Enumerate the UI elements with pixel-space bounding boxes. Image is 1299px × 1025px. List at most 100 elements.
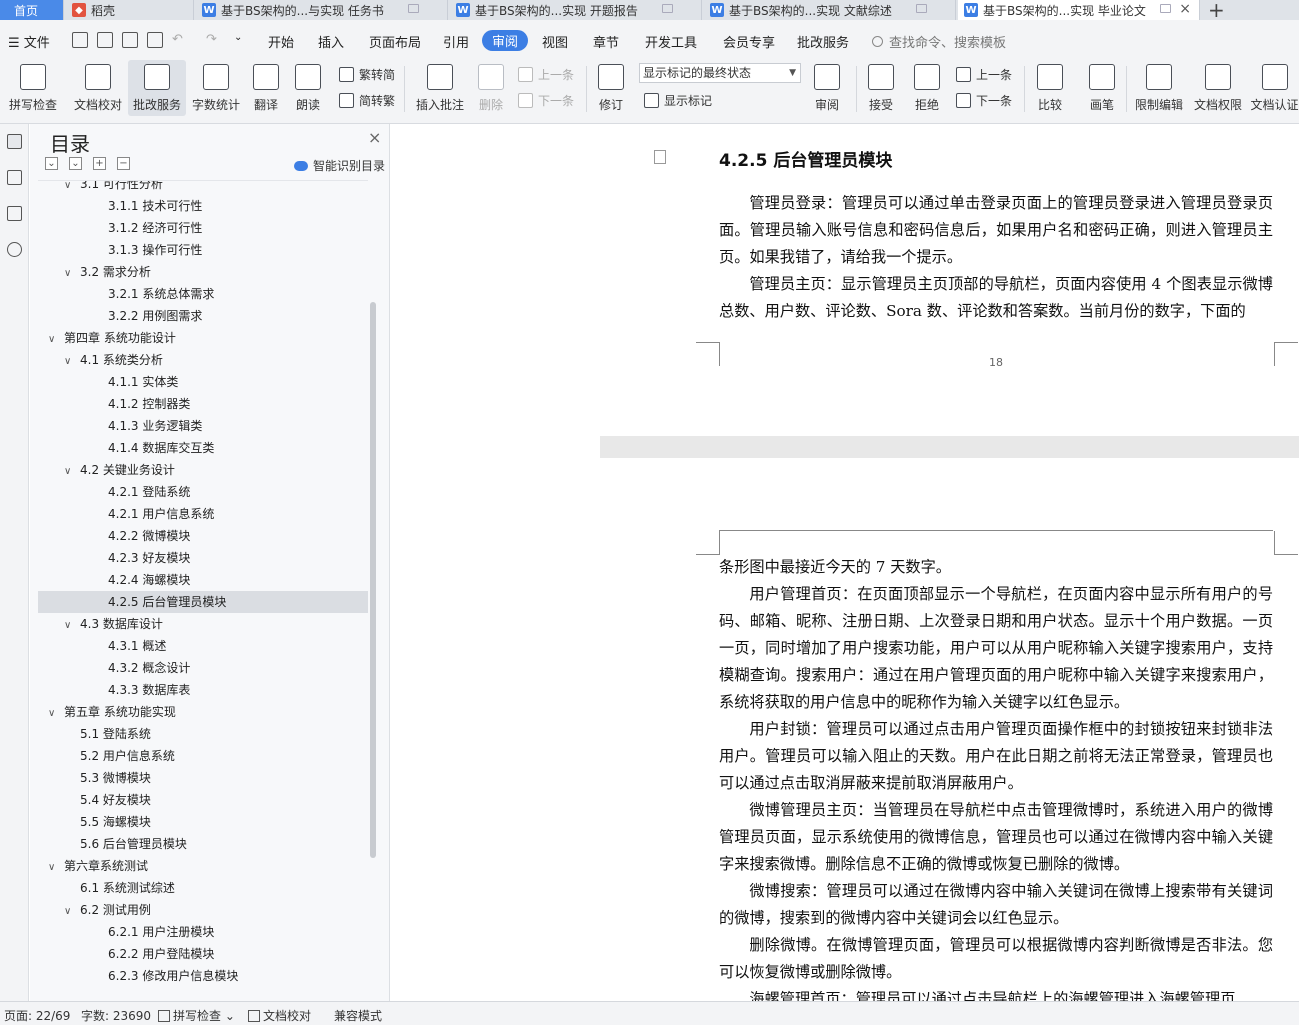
menu-insert[interactable]: 插入 [318,32,344,51]
tab-review-doc[interactable]: W 基于BS架构的...实现 文献综述 [704,0,956,20]
window-icon[interactable] [1160,4,1171,13]
menu-chapter[interactable]: 章节 [593,32,619,51]
accept-button[interactable]: 接受 [862,60,900,116]
toc-item[interactable]: 6.2.1 用户注册模块 [38,921,368,943]
review-pane-button[interactable]: 审阅 [808,60,846,116]
menu-references[interactable]: 引用 [443,32,469,51]
compare-button[interactable]: 比较 [1030,60,1070,116]
toc-item[interactable]: 4.2.5 后台管理员模块 [38,591,368,613]
smart-toc-button[interactable]: 智能识别目录 [294,157,385,174]
chevron-down-icon[interactable]: ⌄ [234,32,242,43]
delete-comment-button[interactable]: 删除 [472,60,510,116]
prev-change-button[interactable]: 上一条 [956,64,1012,84]
remove-level-icon[interactable]: − [117,157,130,170]
toc-item[interactable]: ∨ 4.3 数据库设计 [38,613,368,635]
command-search[interactable]: 查找命令、搜索模板 [872,32,1006,51]
toc-item[interactable]: 5.1 登陆系统 [38,723,368,745]
restrict-edit-button[interactable]: 限制编辑 [1132,60,1186,116]
toc-item[interactable]: 3.1.2 经济可行性 [38,217,368,239]
page-indicator[interactable]: 页面: 22/69 [4,1007,70,1024]
close-icon[interactable]: × [368,128,381,147]
toc-item[interactable]: 3.2.1 系统总体需求 [38,283,368,305]
toc-item[interactable]: 3.1.1 技术可行性 [38,195,368,217]
page[interactable]: 条形图中最接近今天的 7 天数字。 用户管理首页：在页面顶部显示一个导航栏，在页… [600,458,1299,1001]
undo-icon[interactable]: ↶ [172,32,183,47]
toc-item[interactable]: 4.3.3 数据库表 [38,679,368,701]
chevron-down-icon[interactable]: ∨ [48,857,58,879]
close-icon[interactable]: × [1179,1,1191,17]
toc-icon[interactable] [7,134,22,149]
print-icon[interactable] [122,32,138,48]
toc-item[interactable]: 4.2.3 好友模块 [38,547,368,569]
toc-item[interactable]: 4.3.1 概述 [38,635,368,657]
review-service-button[interactable]: 批改服务 [128,60,186,116]
menu-home[interactable]: 开始 [268,32,294,51]
menu-page-layout[interactable]: 页面布局 [369,32,421,51]
spell-check-toggle[interactable]: 拼写检查 ⌄ [158,1007,235,1024]
page[interactable]: 4.2.5 后台管理员模块 管理员登录：管理员可以通过单击登录页面上的管理员登录… [600,124,1299,436]
new-tab-button[interactable]: + [1208,0,1225,22]
toc-item[interactable]: 4.1.2 控制器类 [38,393,368,415]
insert-comment-button[interactable]: 插入批注 [412,60,468,116]
search-icon[interactable] [7,242,22,257]
toc-item[interactable]: 4.1.3 业务逻辑类 [38,415,368,437]
tab-daoke[interactable]: ◆ 稻壳 [66,0,194,20]
prev-comment-button[interactable]: 上一条 [518,64,574,84]
toc-item[interactable]: 5.6 后台管理员模块 [38,833,368,855]
toc-item[interactable]: 5.3 微博模块 [38,767,368,789]
doc-proof-toggle[interactable]: 文档校对 [248,1007,311,1024]
toc-item[interactable]: ∨ 4.1 系统类分析 [38,349,368,371]
toc-item[interactable]: 5.5 海螺模块 [38,811,368,833]
toc-item[interactable]: 4.2.1 用户信息系统 [38,503,368,525]
read-aloud-button[interactable]: 朗读 [292,60,324,116]
bookmark-icon[interactable] [7,206,22,221]
show-markup-button[interactable]: 显示标记 [644,90,712,110]
toc-item[interactable]: ∨ 6.2 测试用例 [38,899,368,921]
toc-item[interactable]: 6.2.2 用户登陆模块 [38,943,368,965]
next-comment-button[interactable]: 下一条 [518,90,574,110]
document-canvas[interactable]: 4.2.5 后台管理员模块 管理员登录：管理员可以通过单击登录页面上的管理员登录… [600,124,1299,1001]
toc-item[interactable]: ∨ 第六章系统测试 [38,855,368,877]
next-change-button[interactable]: 下一条 [956,90,1012,110]
toc-item[interactable]: 3.2.2 用例图需求 [38,305,368,327]
tab-proposal-doc[interactable]: W 基于BS架构的...实现 开题报告 [450,0,702,20]
spell-check-button[interactable]: 拼写检查 [4,60,62,116]
reject-button[interactable]: 拒绝 [908,60,946,116]
tab-thesis-doc[interactable]: W 基于BS架构的...实现 毕业论文 × [958,0,1200,20]
save-icon[interactable] [72,32,88,48]
add-level-icon[interactable]: + [93,157,106,170]
word-count[interactable]: 字数: 23690 [81,1007,151,1024]
page-options-icon[interactable] [654,150,666,164]
file-menu[interactable]: ☰ 文件 [8,32,50,51]
toc-item[interactable]: ∨ 4.2 关键业务设计 [38,459,368,481]
chevron-down-icon[interactable]: ∨ [64,351,74,373]
doc-permission-button[interactable]: 文档权限 [1192,60,1244,116]
chevron-down-icon[interactable]: ∨ [48,329,58,351]
menu-review-service[interactable]: 批改服务 [797,32,849,51]
chevron-down-icon[interactable]: ∨ [64,901,74,923]
chevron-down-icon[interactable]: ∨ [48,703,58,725]
toc-item[interactable]: 3.1.3 操作可行性 [38,239,368,261]
chapter-nav-icon[interactable] [7,170,22,185]
toc-item[interactable]: 4.2.2 微博模块 [38,525,368,547]
menu-member[interactable]: 会员专享 [723,32,775,51]
toc-item[interactable]: ∨ 3.2 需求分析 [38,261,368,283]
trad-to-simp-button[interactable]: 繁转简 [339,64,395,84]
toc-item[interactable]: ∨ 第四章 系统功能设计 [38,327,368,349]
menu-developer[interactable]: 开发工具 [645,32,697,51]
toc-item[interactable]: 5.2 用户信息系统 [38,745,368,767]
translate-button[interactable]: 翻译 [248,60,284,116]
scrollbar-thumb[interactable] [370,302,376,858]
doc-cert-button[interactable]: 文档认证 [1250,60,1299,116]
word-count-button[interactable]: 字数统计 [190,60,242,116]
pen-button[interactable]: 画笔 [1082,60,1122,116]
toc-item[interactable]: ∨ 第五章 系统功能实现 [38,701,368,723]
simp-to-trad-button[interactable]: 简转繁 [339,90,395,110]
print-preview-icon[interactable] [147,32,163,48]
tab-task-doc[interactable]: W 基于BS架构的...与实现 任务书 [196,0,448,20]
chevron-down-icon[interactable]: ∨ [64,615,74,637]
toc-item[interactable]: 4.3.2 概念设计 [38,657,368,679]
window-icon[interactable] [408,4,419,13]
collapse-all-icon[interactable]: ⌄ [45,157,58,170]
toc-item[interactable]: 4.2.4 海螺模块 [38,569,368,591]
